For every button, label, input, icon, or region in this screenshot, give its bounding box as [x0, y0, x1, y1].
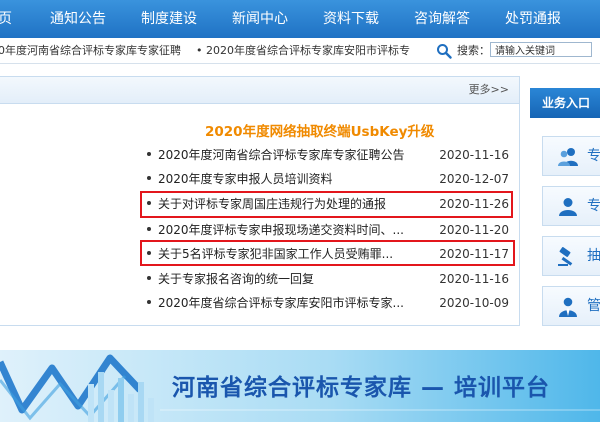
sidebar-button-manage[interactable]: 管	[542, 286, 600, 326]
sidebar-button-label: 抽	[587, 248, 600, 264]
news-date: 2020-12-07	[439, 172, 509, 186]
search-icon[interactable]	[436, 43, 452, 59]
news-title[interactable]: 关于专家报名咨询的统一回复	[158, 267, 314, 291]
ticker-bar: 0年度河南省综合评标专家库专家征聘 • 2020年度省综合评标专家库安阳市评标专…	[0, 38, 600, 64]
more-link[interactable]: 更多>>	[469, 77, 509, 103]
news-title[interactable]: 2020年度专家申报人员培训资料	[158, 167, 333, 191]
panel-header: 更多>>	[0, 77, 519, 104]
news-date: 2020-11-20	[439, 223, 509, 237]
bullet	[147, 176, 151, 180]
gavel-icon	[558, 247, 573, 266]
news-title[interactable]: 2020年度评标专家申报现场递交资料时间、...	[158, 218, 404, 242]
bullet	[147, 152, 151, 156]
users-icon	[558, 148, 578, 166]
top-nav: 页 通知公告 制度建设 新闻中心 资料下载 咨询解答 处罚通报	[0, 0, 600, 38]
nav-item-notices[interactable]: 通知公告	[50, 0, 106, 38]
training-banner[interactable]: 河南省综合评标专家库 — 培训平台	[0, 350, 600, 422]
news-row[interactable]: 2020年度省综合评标专家库安阳市评标专家... 2020-10-09	[142, 291, 512, 315]
news-row[interactable]: 2020年度专家申报人员培训资料 2020-12-07	[142, 167, 512, 191]
nav-item-consult[interactable]: 咨询解答	[414, 0, 470, 38]
sidebar-button-label: 专	[587, 148, 600, 164]
bullet	[147, 227, 151, 231]
bullet	[147, 300, 151, 304]
news-panel: 更多>> 2020年度网络抽取终端UsbKey升级 2020年度河南省综合评标专…	[0, 76, 520, 326]
nav-item-regulations[interactable]: 制度建设	[141, 0, 197, 38]
news-row[interactable]: 2020年度评标专家申报现场递交资料时间、... 2020-11-20	[142, 218, 512, 242]
sidebar-title: 业务入口	[530, 88, 600, 118]
nav-item-home[interactable]: 页	[0, 0, 12, 38]
business-sidebar: 业务入口 专 专 抽 管	[530, 88, 600, 328]
news-date: 2020-11-16	[439, 148, 509, 162]
sidebar-button-label: 管	[587, 298, 600, 314]
banner-title: 河南省综合评标专家库 — 培训平台	[172, 375, 551, 401]
news-row[interactable]: 2020年度河南省综合评标专家库专家征聘公告 2020-11-16	[142, 143, 512, 167]
search-label: 搜索：	[457, 44, 490, 57]
news-date: 2020-10-09	[439, 296, 509, 310]
highlight-box	[140, 191, 513, 218]
news-date: 2020-11-16	[439, 272, 509, 286]
news-title[interactable]: 2020年度河南省综合评标专家库专家征聘公告	[158, 143, 405, 167]
promo-headline[interactable]: 2020年度网络抽取终端UsbKey升级	[205, 120, 434, 140]
search-input[interactable]	[490, 42, 592, 57]
sidebar-button-label: 专	[587, 198, 600, 214]
manager-icon	[559, 297, 577, 317]
ticker-item[interactable]: • 2020年度省综合评标专家库安阳市评标专	[196, 38, 410, 63]
nav-item-penalties[interactable]: 处罚通报	[505, 0, 561, 38]
ticker-item[interactable]: 0年度河南省综合评标专家库专家征聘	[0, 38, 181, 63]
sidebar-button-extract[interactable]: 抽	[542, 236, 600, 276]
nav-item-news[interactable]: 新闻中心	[232, 0, 288, 38]
highlight-box	[140, 240, 515, 266]
news-title[interactable]: 2020年度省综合评标专家库安阳市评标专家...	[158, 291, 404, 315]
news-row[interactable]: 关于专家报名咨询的统一回复 2020-11-16	[142, 267, 512, 291]
sidebar-button-expert-apply[interactable]: 专	[542, 136, 600, 176]
bullet	[147, 276, 151, 280]
nav-item-downloads[interactable]: 资料下载	[323, 0, 379, 38]
sidebar-button-expert-login[interactable]: 专	[542, 186, 600, 226]
user-icon	[559, 198, 577, 216]
